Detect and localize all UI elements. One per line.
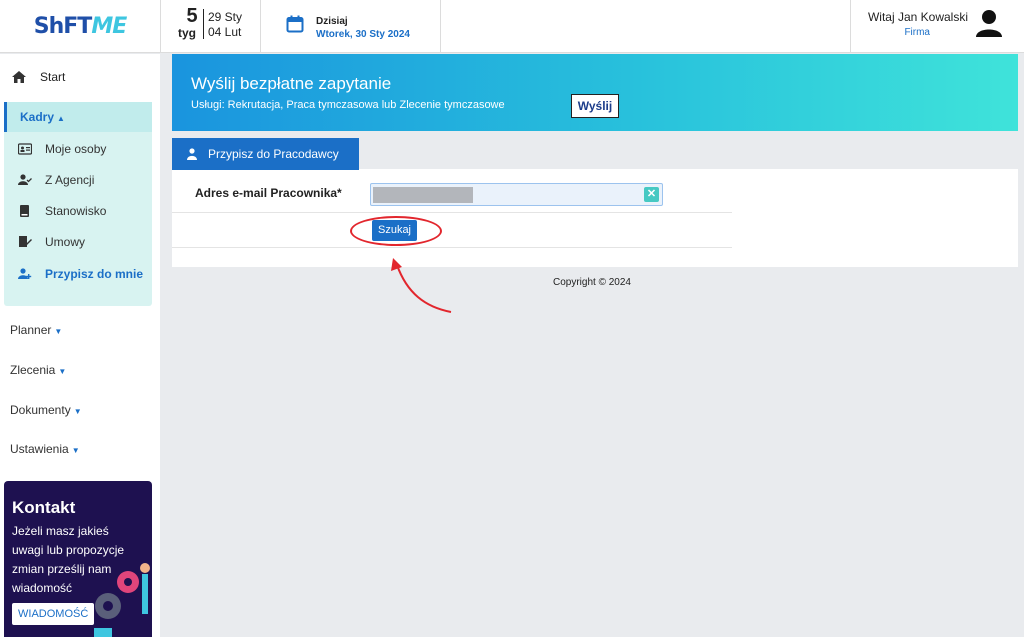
sidebar-item-planner[interactable]: Planner ▼ [10, 323, 62, 337]
caret-down-icon: ▼ [58, 367, 67, 376]
book-icon [20, 205, 29, 217]
sidebar-item-zlecenia[interactable]: Zlecenia ▼ [10, 363, 66, 377]
today-date: Wtorek, 30 Sty 2024 [316, 29, 410, 40]
today-label: Dzisiaj [316, 16, 348, 27]
sidebar-item-kadry[interactable]: Kadry ▲ [4, 102, 152, 132]
sidebar-item-ustawienia[interactable]: Ustawienia ▼ [10, 442, 80, 456]
contact-title: Kontakt [12, 498, 76, 517]
redacted-value [373, 187, 473, 203]
id-card-icon [18, 143, 32, 155]
sidebar-item-stanowisko[interactable]: Stanowisko [18, 204, 106, 218]
email-field[interactable]: ✕ [370, 183, 663, 206]
caret-down-icon: ▼ [71, 446, 80, 455]
top-header: ShFTME 5 tyg 29 Sty 04 Lut Dzisiaj Wtore… [0, 0, 1024, 53]
week-number: 5 [186, 5, 198, 27]
row-divider [172, 212, 732, 213]
kadry-section: Kadry▲ Moje osoby Z Agencji Stanowisko [4, 102, 152, 306]
highlight-circle [350, 216, 442, 246]
week-divider [203, 9, 204, 39]
user-check-icon [18, 174, 32, 185]
calendar-icon [286, 15, 304, 33]
today-indicator: Dzisiaj Wtorek, 30 Sty 2024 [261, 0, 441, 53]
sidebar-item-przypisz[interactable]: Przypisz do mnie [18, 265, 155, 284]
week-indicator: 5 tyg 29 Sty 04 Lut [161, 0, 261, 53]
clear-icon[interactable]: ✕ [644, 187, 659, 202]
user-greeting: Witaj Jan Kowalski [867, 10, 968, 24]
tab-przypisz-do-pracodawcy[interactable]: Przypisz do Pracodawcy [172, 138, 359, 170]
contact-text: Jeżeli masz jakieś uwagi lub propozycje … [12, 524, 125, 595]
week-label: tyg [178, 26, 196, 40]
user-menu[interactable]: Witaj Jan Kowalski Firma [850, 0, 1024, 53]
sidebar-item-start[interactable]: Start [12, 70, 65, 84]
sidebar-item-dokumenty[interactable]: Dokumenty ▼ [10, 403, 82, 417]
week-end-date: 04 Lut [208, 25, 242, 39]
caret-down-icon: ▼ [54, 327, 63, 336]
user-avatar-icon[interactable] [974, 8, 1004, 38]
annotation-arrow-icon [391, 258, 452, 313]
caret-down-icon: ▼ [73, 407, 82, 416]
message-button[interactable]: WIADOMOŚĆ [12, 603, 95, 625]
sidebar-item-label: Start [40, 70, 66, 84]
banner-subtitle: Usługi: Rekrutacja, Praca tymczasowa lub… [191, 99, 505, 111]
sidebar: Start Kadry ▲ Moje osoby Z Agencji Stanow… [0, 54, 160, 637]
row-divider [172, 247, 732, 248]
week-start-date: 29 Sty [208, 10, 243, 24]
email-label: Adres e-mail Pracownika* [195, 186, 342, 200]
logo[interactable]: ShFTME [0, 0, 161, 53]
home-icon [12, 71, 26, 83]
contact-card: Kontakt Jeżeli masz jakieś uwagi lub pro… [4, 481, 152, 637]
copyright-text: Copyright © 2024 [553, 277, 631, 288]
sidebar-item-moje-osoby[interactable]: Moje osoby [18, 142, 106, 156]
contract-icon [19, 236, 32, 247]
caret-up-icon: ▲ [57, 114, 65, 123]
user-icon [187, 148, 197, 160]
sidebar-item-z-agencji[interactable]: Z Agencji [18, 173, 94, 187]
user-role: Firma [904, 27, 930, 38]
send-inquiry-button[interactable]: Wyślij [571, 94, 619, 118]
user-plus-icon [18, 268, 32, 279]
inquiry-banner: Wyślij bezpłatne zapytanie Usługi: Rekru… [172, 54, 1018, 131]
sidebar-item-umowy[interactable]: Umowy [18, 235, 85, 249]
banner-title: Wyślij bezpłatne zapytanie [191, 74, 392, 93]
logo-text: ShFTME [33, 14, 127, 39]
